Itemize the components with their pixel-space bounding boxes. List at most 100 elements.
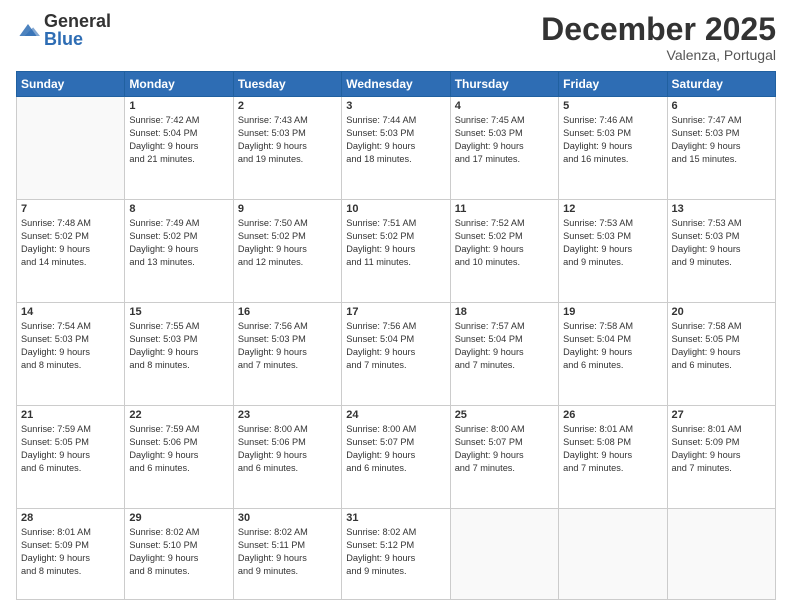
day-number: 2 [238, 100, 337, 112]
col-thursday: Thursday [450, 72, 558, 97]
day-number: 31 [346, 512, 445, 524]
day-number: 12 [563, 203, 662, 215]
calendar-cell: 27 Sunrise: 8:01 AM Sunset: 5:09 PM Dayli… [667, 406, 775, 509]
day-number: 6 [672, 100, 771, 112]
day-number: 7 [21, 203, 120, 215]
calendar-cell [450, 508, 558, 599]
calendar-cell: 23Sunrise: 8:00 AM Sunset: 5:06 PM Dayli… [233, 406, 341, 509]
day-number: 13 [672, 203, 771, 215]
day-info: Sunrise: 7:59 AM Sunset: 5:06 PM Dayligh… [129, 423, 228, 475]
day-number: 19 [563, 306, 662, 318]
day-info: Sunrise: 7:59 AM Sunset: 5:05 PM Dayligh… [21, 423, 120, 475]
col-friday: Friday [559, 72, 667, 97]
calendar-cell: 19Sunrise: 7:58 AM Sunset: 5:04 PM Dayli… [559, 303, 667, 406]
col-tuesday: Tuesday [233, 72, 341, 97]
logo-blue-text: Blue [44, 29, 83, 49]
day-info: Sunrise: 7:43 AM Sunset: 5:03 PM Dayligh… [238, 114, 337, 166]
day-info: Sunrise: 7:42 AM Sunset: 5:04 PM Dayligh… [129, 114, 228, 166]
day-number: 22 [129, 409, 228, 421]
day-info: Sunrise: 7:47 AM Sunset: 5:03 PM Dayligh… [672, 114, 771, 166]
day-number: 15 [129, 306, 228, 318]
day-info: Sunrise: 7:56 AM Sunset: 5:03 PM Dayligh… [238, 320, 337, 372]
header: General Blue December 2025 Valenza, Port… [16, 12, 776, 63]
calendar-cell: 15 Sunrise: 7:55 AM Sunset: 5:03 PM Dayli… [125, 303, 233, 406]
calendar-week-2: 7 Sunrise: 7:48 AM Sunset: 5:02 PM Daylig… [17, 200, 776, 303]
calendar-cell: 9 Sunrise: 7:50 AM Sunset: 5:02 PM Daylig… [233, 200, 341, 303]
day-info: Sunrise: 7:52 AM Sunset: 5:02 PM Dayligh… [455, 217, 554, 269]
title-block: December 2025 Valenza, Portugal [541, 12, 776, 63]
day-number: 21 [21, 409, 120, 421]
day-info: Sunrise: 7:53 AM Sunset: 5:03 PM Dayligh… [563, 217, 662, 269]
col-sunday: Sunday [17, 72, 125, 97]
day-info: Sunrise: 7:57 AM Sunset: 5:04 PM Dayligh… [455, 320, 554, 372]
day-number: 8 [129, 203, 228, 215]
day-info: Sunrise: 7:45 AM Sunset: 5:03 PM Dayligh… [455, 114, 554, 166]
col-saturday: Saturday [667, 72, 775, 97]
day-info: Sunrise: 8:00 AM Sunset: 5:07 PM Dayligh… [346, 423, 445, 475]
day-number: 9 [238, 203, 337, 215]
logo-general-text: General [44, 11, 111, 31]
calendar-cell: 7 Sunrise: 7:48 AM Sunset: 5:02 PM Daylig… [17, 200, 125, 303]
calendar-cell: 21 Sunrise: 7:59 AM Sunset: 5:05 PM Dayli… [17, 406, 125, 509]
day-info: Sunrise: 7:48 AM Sunset: 5:02 PM Dayligh… [21, 217, 120, 269]
calendar-cell: 26 Sunrise: 8:01 AM Sunset: 5:08 PM Dayli… [559, 406, 667, 509]
day-info: Sunrise: 8:02 AM Sunset: 5:11 PM Dayligh… [238, 526, 337, 578]
location: Valenza, Portugal [541, 47, 776, 63]
page: General Blue December 2025 Valenza, Port… [0, 0, 792, 612]
calendar-table: Sunday Monday Tuesday Wednesday Thursday… [16, 71, 776, 600]
day-info: Sunrise: 8:02 AM Sunset: 5:10 PM Dayligh… [129, 526, 228, 578]
calendar-cell: 13 Sunrise: 7:53 AM Sunset: 5:03 PM Dayli… [667, 200, 775, 303]
calendar-cell [667, 508, 775, 599]
calendar-cell: 14Sunrise: 7:54 AM Sunset: 5:03 PM Dayli… [17, 303, 125, 406]
day-number: 20 [672, 306, 771, 318]
calendar-cell: 8Sunrise: 7:49 AM Sunset: 5:02 PM Daylig… [125, 200, 233, 303]
calendar-cell: 3 Sunrise: 7:44 AM Sunset: 5:03 PM Daylig… [342, 97, 450, 200]
day-info: Sunrise: 7:56 AM Sunset: 5:04 PM Dayligh… [346, 320, 445, 372]
day-info: Sunrise: 8:01 AM Sunset: 5:09 PM Dayligh… [672, 423, 771, 475]
calendar-cell: 22 Sunrise: 7:59 AM Sunset: 5:06 PM Dayli… [125, 406, 233, 509]
calendar-cell: 10 Sunrise: 7:51 AM Sunset: 5:02 PM Dayli… [342, 200, 450, 303]
day-number: 27 [672, 409, 771, 421]
calendar-cell: 20Sunrise: 7:58 AM Sunset: 5:05 PM Dayli… [667, 303, 775, 406]
calendar-cell: 25 Sunrise: 8:00 AM Sunset: 5:07 PM Dayli… [450, 406, 558, 509]
day-number: 10 [346, 203, 445, 215]
day-info: Sunrise: 7:51 AM Sunset: 5:02 PM Dayligh… [346, 217, 445, 269]
day-number: 24 [346, 409, 445, 421]
day-info: Sunrise: 7:46 AM Sunset: 5:03 PM Dayligh… [563, 114, 662, 166]
day-info: Sunrise: 7:53 AM Sunset: 5:03 PM Dayligh… [672, 217, 771, 269]
month-title: December 2025 [541, 12, 776, 47]
day-number: 3 [346, 100, 445, 112]
calendar-cell: 30 Sunrise: 8:02 AM Sunset: 5:11 PM Dayli… [233, 508, 341, 599]
day-number: 26 [563, 409, 662, 421]
day-number: 29 [129, 512, 228, 524]
day-number: 1 [129, 100, 228, 112]
calendar-cell: 11 Sunrise: 7:52 AM Sunset: 5:02 PM Dayli… [450, 200, 558, 303]
calendar-cell: 1 Sunrise: 7:42 AM Sunset: 5:04 PM Daylig… [125, 97, 233, 200]
calendar-cell: 4Sunrise: 7:45 AM Sunset: 5:03 PM Daylig… [450, 97, 558, 200]
calendar-cell: 16 Sunrise: 7:56 AM Sunset: 5:03 PM Dayli… [233, 303, 341, 406]
calendar-header-row: Sunday Monday Tuesday Wednesday Thursday… [17, 72, 776, 97]
day-info: Sunrise: 7:44 AM Sunset: 5:03 PM Dayligh… [346, 114, 445, 166]
calendar-cell: 17Sunrise: 7:56 AM Sunset: 5:04 PM Dayli… [342, 303, 450, 406]
day-number: 11 [455, 203, 554, 215]
calendar-cell: 12 Sunrise: 7:53 AM Sunset: 5:03 PM Dayli… [559, 200, 667, 303]
day-info: Sunrise: 8:02 AM Sunset: 5:12 PM Dayligh… [346, 526, 445, 578]
day-info: Sunrise: 7:55 AM Sunset: 5:03 PM Dayligh… [129, 320, 228, 372]
calendar-cell: 24 Sunrise: 8:00 AM Sunset: 5:07 PM Dayli… [342, 406, 450, 509]
calendar-cell: 6 Sunrise: 7:47 AM Sunset: 5:03 PM Daylig… [667, 97, 775, 200]
col-wednesday: Wednesday [342, 72, 450, 97]
day-info: Sunrise: 8:00 AM Sunset: 5:07 PM Dayligh… [455, 423, 554, 475]
day-info: Sunrise: 8:01 AM Sunset: 5:09 PM Dayligh… [21, 526, 120, 578]
day-number: 30 [238, 512, 337, 524]
calendar-week-4: 21 Sunrise: 7:59 AM Sunset: 5:05 PM Dayli… [17, 406, 776, 509]
day-number: 5 [563, 100, 662, 112]
day-info: Sunrise: 8:01 AM Sunset: 5:08 PM Dayligh… [563, 423, 662, 475]
day-info: Sunrise: 7:50 AM Sunset: 5:02 PM Dayligh… [238, 217, 337, 269]
day-number: 25 [455, 409, 554, 421]
logo: General Blue [16, 12, 111, 48]
calendar-cell: 28Sunrise: 8:01 AM Sunset: 5:09 PM Dayli… [17, 508, 125, 599]
calendar-cell [559, 508, 667, 599]
day-number: 16 [238, 306, 337, 318]
logo-icon [16, 20, 40, 40]
day-number: 14 [21, 306, 120, 318]
